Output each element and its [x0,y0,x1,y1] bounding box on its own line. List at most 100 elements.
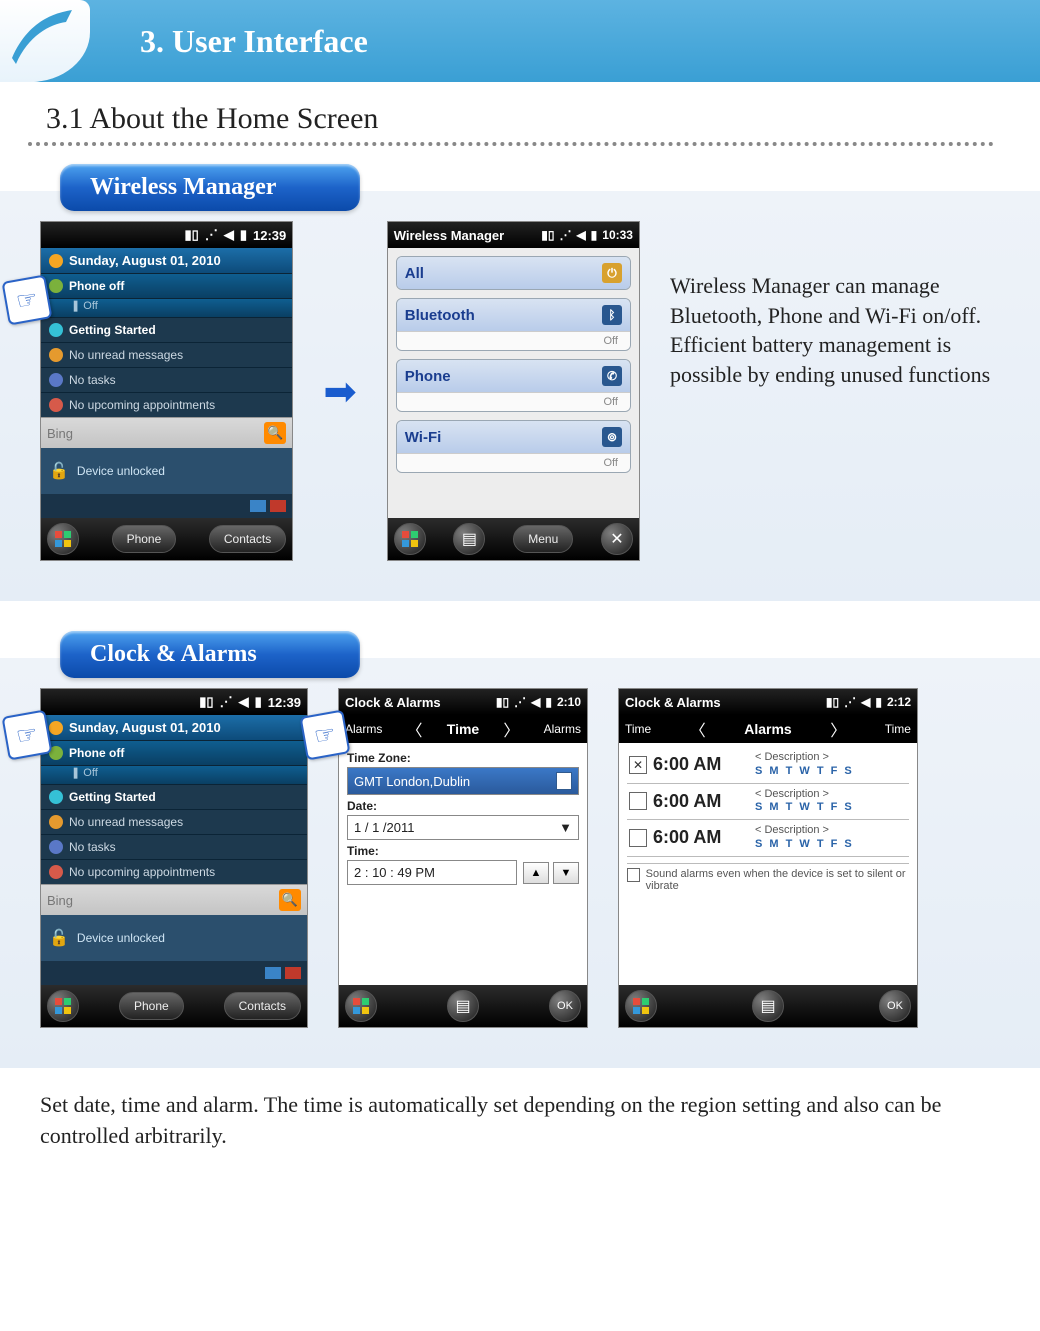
tab-bar: Alarms 〈 Time 〉 Alarms [339,715,587,743]
chevron-left-icon[interactable]: 〈 [401,717,429,741]
battery-icon: ▮ [240,227,247,243]
home-date-row[interactable]: Sunday, August 01, 2010 [41,248,292,273]
ok-button[interactable]: OK [879,990,911,1022]
status-bar: ▮▯ ⋰ ◀ ▮ 12:39 [41,222,292,248]
time-field[interactable]: 2 : 10 : 49 PM [347,860,517,885]
start-button[interactable] [345,990,377,1022]
home-row-getting-started[interactable]: Getting Started [41,784,307,809]
home-row-tasks[interactable]: No tasks [41,834,307,859]
clock-icon [49,254,63,268]
alarm-checkbox[interactable] [629,829,647,847]
tab-alarms-left[interactable]: Alarms [345,722,382,736]
home-unlock-row[interactable]: 🔓 Device unlocked [41,448,292,494]
home-unlock-row[interactable]: 🔓 Device unlocked [41,915,307,961]
calendar-icon [49,398,63,412]
status-clock: 12:39 [268,695,301,710]
wm-item-wifi[interactable]: Wi-Fi ⊚ Off [396,420,631,473]
start-button[interactable] [47,990,79,1022]
home-date-row[interactable]: Sunday, August 01, 2010 [41,715,307,740]
alarm-checkbox[interactable]: ✕ [629,756,647,774]
home-tray [41,494,292,518]
dropdown-handle-icon[interactable] [556,772,572,790]
unlock-text: Device unlocked [77,931,165,945]
spin-down-button[interactable]: ▼ [553,862,579,884]
row-text: No tasks [69,373,116,387]
tray-icon [285,967,301,979]
home-search-row[interactable]: Bing 🔍 [41,417,292,448]
alarm-option-row[interactable]: Sound alarms even when the device is set… [627,863,909,892]
softkey-phone[interactable]: Phone [119,992,184,1020]
home-row-calendar[interactable]: No upcoming appointments [41,859,307,884]
softkey-phone[interactable]: Phone [112,525,177,553]
pointer-icon: ☞ [2,275,53,326]
tab-alarms[interactable]: Alarms [744,721,791,737]
row-text: Getting Started [69,323,156,337]
wm-item-phone[interactable]: Phone ✆ Off [396,359,631,412]
wm-wifi-state: Off [397,453,630,472]
chevron-down-icon[interactable]: ▼ [559,820,572,835]
status-bar: ▮▯ ⋰ ◀ ▮ 12:39 [41,689,307,715]
wireless-manager-screenshot: Wireless Manager ▮▯ ⋰ ◀ ▮ 10:33 All ⏻ [387,221,640,561]
softkey-menu[interactable]: Menu [513,525,573,553]
start-button[interactable] [625,990,657,1022]
chevron-left-icon[interactable]: 〈 [684,717,712,741]
clock-time-screenshot: ☞ Clock & Alarms ▮▯ ⋰ ◀ ▮ 2:10 Alarms 〈 … [338,688,588,1028]
start-button[interactable] [394,523,426,555]
home-phone-row[interactable]: Phone off [41,740,307,765]
date-field[interactable]: 1 / 1 /2011 ▼ [347,815,579,840]
alarm-row[interactable]: 6:00 AM < Description > S M T W T F S [627,784,909,821]
alarm-row[interactable]: ✕ 6:00 AM < Description > S M T W T F S [627,747,909,784]
home-phone-row[interactable]: Phone off [41,273,292,298]
softkey-contacts[interactable]: Contacts [224,992,301,1020]
signal-icon: ▮▯ [185,227,199,243]
windows-icon [54,997,72,1015]
search-icon[interactable]: 🔍 [279,889,301,911]
antenna-icon: ⋰ [220,694,233,710]
home-row-calendar[interactable]: No upcoming appointments [41,392,292,417]
timezone-select[interactable]: GMT London,Dublin [347,767,579,795]
windows-icon [401,530,419,548]
home-screenshot: ☞ ▮▯ ⋰ ◀ ▮ 12:39 Sunday, August 01, 2010… [40,221,293,561]
mail-icon [49,815,63,829]
time-spinner: ▲ ▼ [523,862,579,884]
home-search-row[interactable]: Bing 🔍 [41,884,307,915]
title-text: Clock & Alarms [625,695,721,710]
row-text: Getting Started [69,790,156,804]
soft-key-bar: ▤ OK [339,985,587,1027]
title-bar: Clock & Alarms ▮▯ ⋰ ◀ ▮ 2:10 [339,689,587,715]
spin-up-button[interactable]: ▲ [523,862,549,884]
row-text: No tasks [69,840,116,854]
option-checkbox[interactable] [627,868,640,882]
chevron-right-icon[interactable]: 〉 [824,717,852,741]
softkey-contacts[interactable]: Contacts [209,525,286,553]
home-row-tasks[interactable]: No tasks [41,367,292,392]
title-bar: Clock & Alarms ▮▯ ⋰ ◀ ▮ 2:12 [619,689,917,715]
alarm-desc: < Description > [755,824,854,838]
alarm-checkbox[interactable] [629,792,647,810]
tab-alarms-right[interactable]: Alarms [544,722,581,736]
wm-item-bluetooth[interactable]: Bluetooth ᛒ Off [396,298,631,351]
search-placeholder: Bing [47,426,73,441]
close-button[interactable]: ✕ [601,523,633,555]
status-clock: 2:12 [887,695,911,709]
home-row-messages[interactable]: No unread messages [41,809,307,834]
keyboard-button[interactable]: ▤ [447,990,479,1022]
keyboard-button[interactable]: ▤ [453,523,485,555]
tab-time-right[interactable]: Time [885,722,911,736]
keyboard-button[interactable]: ▤ [752,990,784,1022]
wm-item-all[interactable]: All ⏻ [396,256,631,290]
alarm-row[interactable]: 6:00 AM < Description > S M T W T F S [627,820,909,857]
flag-icon [49,790,63,804]
signal-icon: ▮▯ [199,694,213,710]
power-icon: ⏻ [602,263,622,283]
search-icon[interactable]: 🔍 [264,422,286,444]
start-button[interactable] [47,523,79,555]
tab-time-left[interactable]: Time [625,722,651,736]
home-row-getting-started[interactable]: Getting Started [41,317,292,342]
tab-time[interactable]: Time [447,721,479,737]
home-row-messages[interactable]: No unread messages [41,342,292,367]
chevron-right-icon[interactable]: 〉 [497,717,525,741]
row-text: No upcoming appointments [69,398,215,412]
battery-icon: ▮ [255,694,262,710]
ok-button[interactable]: OK [549,990,581,1022]
